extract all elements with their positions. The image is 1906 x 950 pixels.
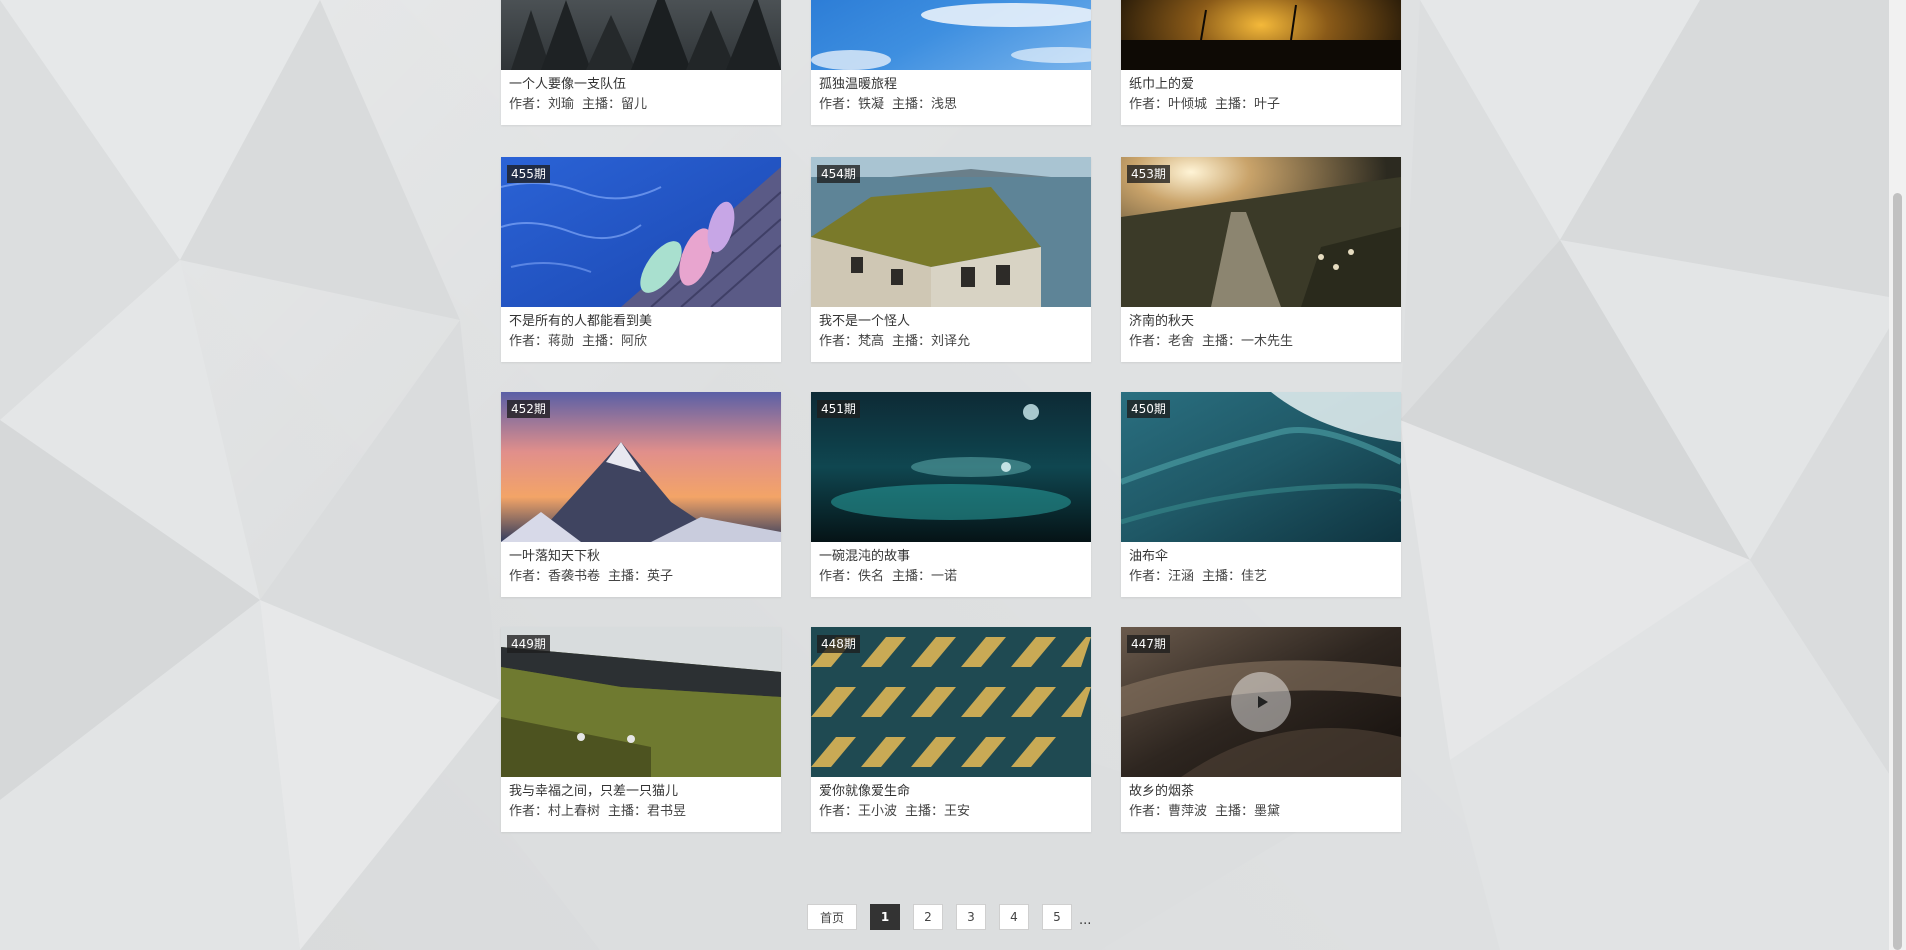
article-title[interactable]: 一碗混沌的故事	[819, 548, 1083, 566]
article-title[interactable]: 纸巾上的爱	[1129, 76, 1393, 94]
article-author: 作者：香袭书卷	[509, 569, 601, 584]
article-host: 主播：君书昱	[608, 804, 687, 819]
issue-badge: 447期	[1127, 635, 1170, 653]
article-host: 主播：王安	[905, 804, 971, 819]
article-title[interactable]: 我与幸福之间，只差一只猫儿	[509, 783, 773, 801]
article-host: 主播：墨黛	[1215, 804, 1281, 819]
article-card[interactable]: 453期 济南的秋天 作者：老舍 主播：一木先生	[1121, 157, 1401, 362]
article-title[interactable]: 一个人要像一支队伍	[509, 76, 773, 94]
article-title[interactable]: 故乡的烟茶	[1129, 783, 1393, 801]
pagination-page-3[interactable]: 3	[956, 904, 986, 930]
article-title[interactable]: 孤独温暖旅程	[819, 76, 1083, 94]
article-card[interactable]: 451期 一碗混沌的故事 作者：佚名 主播：一诺	[811, 392, 1091, 597]
article-author: 作者：村上春树	[509, 804, 601, 819]
pagination-ellipsis: ...	[1079, 912, 1092, 928]
pagination-page-2[interactable]: 2	[913, 904, 943, 930]
article-card[interactable]: 449期 我与幸福之间，只差一只猫儿 作者：村上春树 主播：君书昱	[501, 627, 781, 832]
article-card[interactable]: 孤独温暖旅程 作者：铁凝 主播：浅思	[811, 0, 1091, 125]
play-button[interactable]	[1231, 672, 1291, 732]
issue-badge: 450期	[1127, 400, 1170, 418]
article-thumbnail[interactable]: 453期	[1121, 157, 1401, 307]
article-author: 作者：曹萍波	[1129, 804, 1208, 819]
article-card[interactable]: 447期 故乡的烟茶 作者：曹萍波 主播：墨黛	[1121, 627, 1401, 832]
article-title[interactable]: 爱你就像爱生命	[819, 783, 1083, 801]
article-author: 作者：刘瑜	[509, 97, 575, 112]
issue-badge: 454期	[817, 165, 860, 183]
scrollbar-thumb[interactable]	[1893, 193, 1902, 950]
article-meta: 作者：叶倾城 主播：叶子	[1129, 94, 1393, 116]
article-author: 作者：梵高	[819, 334, 885, 349]
article-thumbnail[interactable]: 451期	[811, 392, 1091, 542]
article-author: 作者：老舍	[1129, 334, 1195, 349]
issue-badge: 452期	[507, 400, 550, 418]
article-thumbnail[interactable]	[1121, 0, 1401, 70]
article-card[interactable]: 448期 爱你就像爱生命 作者：王小波 主播：王安	[811, 627, 1091, 832]
article-thumbnail[interactable]: 455期	[501, 157, 781, 307]
vertical-scrollbar[interactable]	[1889, 0, 1906, 950]
article-host: 主播：叶子	[1215, 97, 1281, 112]
pagination: 首页 1 2 3 4 5 ...	[807, 904, 1091, 930]
article-meta: 作者：梵高 主播：刘译允	[819, 331, 1083, 353]
article-meta: 作者：汪涵 主播：佳艺	[1129, 566, 1393, 588]
article-host: 主播：留儿	[582, 97, 648, 112]
article-title[interactable]: 油布伞	[1129, 548, 1393, 566]
issue-badge: 455期	[507, 165, 550, 183]
article-card[interactable]: 450期 油布伞 作者：汪涵 主播：佳艺	[1121, 392, 1401, 597]
article-meta: 作者：老舍 主播：一木先生	[1129, 331, 1393, 353]
article-host: 主播：刘译允	[892, 334, 971, 349]
article-card[interactable]: 454期 我不是一个怪人 作者：梵高 主播：刘译允	[811, 157, 1091, 362]
article-meta: 作者：蒋勋 主播：阿欣	[509, 331, 773, 353]
article-title[interactable]: 我不是一个怪人	[819, 313, 1083, 331]
article-meta: 作者：香袭书卷 主播：英子	[509, 566, 773, 588]
pagination-page-5[interactable]: 5	[1042, 904, 1072, 930]
issue-badge: 448期	[817, 635, 860, 653]
article-author: 作者：佚名	[819, 569, 885, 584]
pagination-page-1[interactable]: 1	[870, 904, 900, 930]
article-host: 主播：一诺	[892, 569, 958, 584]
article-thumbnail[interactable]: 450期	[1121, 392, 1401, 542]
article-meta: 作者：铁凝 主播：浅思	[819, 94, 1083, 116]
article-thumbnail[interactable]: 454期	[811, 157, 1091, 307]
article-meta: 作者：曹萍波 主播：墨黛	[1129, 801, 1393, 823]
article-meta: 作者：村上春树 主播：君书昱	[509, 801, 773, 823]
article-thumbnail[interactable]: 447期	[1121, 627, 1401, 777]
article-card[interactable]: 一个人要像一支队伍 作者：刘瑜 主播：留儿	[501, 0, 781, 125]
article-thumbnail[interactable]: 449期	[501, 627, 781, 777]
article-thumbnail[interactable]	[501, 0, 781, 70]
article-title[interactable]: 一叶落知天下秋	[509, 548, 773, 566]
article-author: 作者：铁凝	[819, 97, 885, 112]
issue-badge: 451期	[817, 400, 860, 418]
article-author: 作者：蒋勋	[509, 334, 575, 349]
article-host: 主播：英子	[608, 569, 674, 584]
article-card[interactable]: 452期 一叶落知天下秋 作者：香袭书卷 主播：英子	[501, 392, 781, 597]
article-card[interactable]: 455期 不是所有的人都能看到美 作者：蒋勋 主播：阿欣	[501, 157, 781, 362]
pagination-home-button[interactable]: 首页	[807, 904, 857, 930]
article-meta: 作者：佚名 主播：一诺	[819, 566, 1083, 588]
article-title[interactable]: 不是所有的人都能看到美	[509, 313, 773, 331]
article-author: 作者：汪涵	[1129, 569, 1195, 584]
issue-badge: 449期	[507, 635, 550, 653]
article-host: 主播：佳艺	[1202, 569, 1268, 584]
article-meta: 作者：王小波 主播：王安	[819, 801, 1083, 823]
article-host: 主播：一木先生	[1202, 334, 1294, 349]
article-host: 主播：阿欣	[582, 334, 648, 349]
issue-badge: 453期	[1127, 165, 1170, 183]
article-thumbnail[interactable]	[811, 0, 1091, 70]
pagination-page-4[interactable]: 4	[999, 904, 1029, 930]
article-card[interactable]: 纸巾上的爱 作者：叶倾城 主播：叶子	[1121, 0, 1401, 125]
article-author: 作者：王小波	[819, 804, 898, 819]
article-author: 作者：叶倾城	[1129, 97, 1208, 112]
article-host: 主播：浅思	[892, 97, 958, 112]
article-thumbnail[interactable]: 448期	[811, 627, 1091, 777]
article-title[interactable]: 济南的秋天	[1129, 313, 1393, 331]
article-thumbnail[interactable]: 452期	[501, 392, 781, 542]
article-meta: 作者：刘瑜 主播：留儿	[509, 94, 773, 116]
